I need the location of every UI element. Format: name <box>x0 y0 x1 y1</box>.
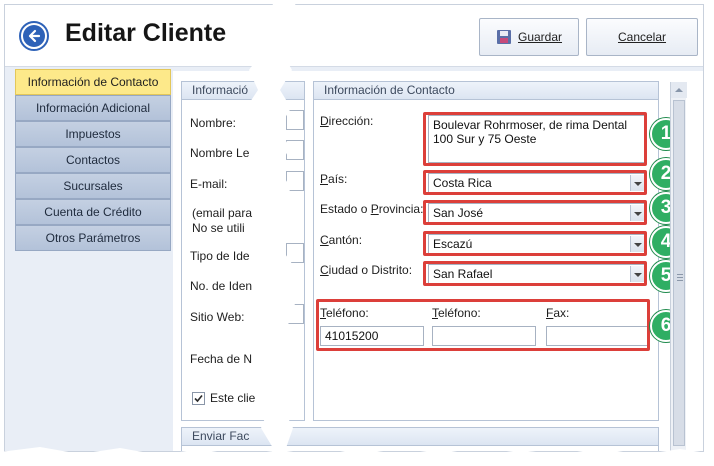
torn-paper-effect <box>0 0 714 466</box>
